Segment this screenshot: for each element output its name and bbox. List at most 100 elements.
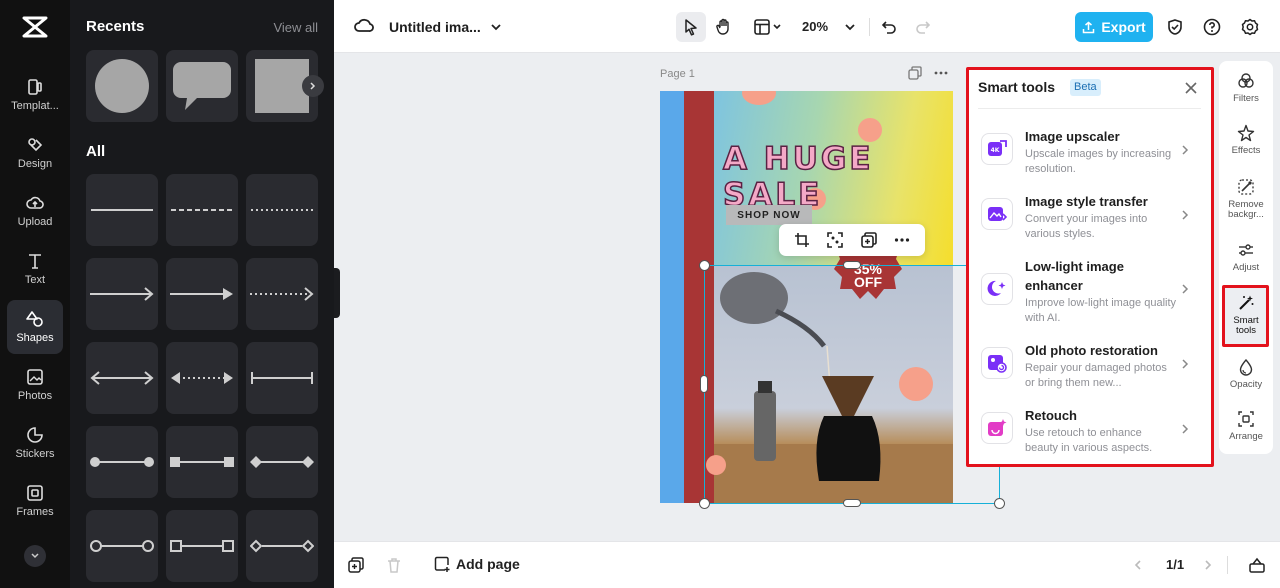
resize-handle-bottom-left[interactable]: [699, 498, 710, 509]
resize-handle-bottom-right[interactable]: [994, 498, 1005, 509]
layout-dropdown-button[interactable]: [748, 12, 788, 42]
line-dashed[interactable]: [166, 174, 238, 246]
shield-button[interactable]: [1160, 12, 1190, 42]
style-transfer-icon: [988, 207, 1007, 221]
layers-toggle-icon[interactable]: [1248, 556, 1266, 574]
line-dotted[interactable]: [246, 174, 318, 246]
rail-item-frames[interactable]: Frames: [7, 474, 63, 528]
close-button[interactable]: [1181, 78, 1201, 98]
rt-remove-background-button[interactable]: Remove backgr...: [1219, 178, 1273, 220]
effects-star-icon: [1237, 124, 1255, 142]
chevron-right-icon: [1182, 359, 1189, 369]
chevron-left-icon[interactable]: [1132, 559, 1144, 571]
rail-item-upload[interactable]: Upload: [7, 184, 63, 238]
arrange-icon: [1238, 411, 1254, 427]
tool-image-style-transfer[interactable]: Image style transfer Convert your images…: [981, 192, 1199, 244]
resize-handle-left[interactable]: [700, 375, 708, 393]
arrow-line[interactable]: [86, 258, 158, 330]
shop-now-label[interactable]: SHOP NOW: [726, 205, 812, 225]
export-label: Export: [1101, 19, 1146, 35]
diamond-ends-line-icon: [250, 456, 314, 468]
crop-icon[interactable]: [794, 232, 810, 248]
rt-filters-button[interactable]: Filters: [1219, 72, 1273, 104]
resize-handle-top[interactable]: [843, 261, 861, 269]
close-icon: [1185, 82, 1197, 94]
rail-item-shapes[interactable]: Shapes: [7, 300, 63, 354]
tool-retouch[interactable]: Retouch Use retouch to enhance beauty in…: [981, 406, 1199, 458]
bar-line[interactable]: [246, 342, 318, 414]
stickers-icon: [27, 427, 43, 443]
export-button[interactable]: Export: [1075, 12, 1153, 42]
line-solid[interactable]: [86, 174, 158, 246]
bottom-bar: Add page 1/1: [334, 541, 1280, 588]
chevron-down-icon[interactable]: [844, 21, 856, 33]
headline-text[interactable]: A HUGE SALE: [722, 140, 953, 214]
rail-item-templates[interactable]: Templat...: [7, 68, 63, 122]
rt-arrange-button[interactable]: Arrange: [1219, 410, 1273, 442]
arrow-dotted[interactable]: [246, 258, 318, 330]
select-tool-button[interactable]: [676, 12, 706, 42]
smart-crop-icon[interactable]: [827, 232, 844, 248]
line-open-square-ends[interactable]: [166, 510, 238, 582]
line-circle-ends[interactable]: [86, 510, 158, 582]
add-page-button[interactable]: Add page: [434, 556, 520, 572]
duplicate-page-icon[interactable]: [348, 557, 364, 573]
rt-effects-button[interactable]: Effects: [1219, 124, 1273, 156]
line-open-diamond-ends[interactable]: [246, 510, 318, 582]
more-options-icon[interactable]: [894, 232, 910, 248]
export-upload-icon: [1083, 21, 1095, 33]
resize-handle-top-left[interactable]: [699, 260, 710, 271]
redo-button[interactable]: [908, 12, 938, 42]
upscale-4k-icon: 4K: [988, 140, 1007, 156]
design-icon: [28, 138, 43, 152]
rail-item-text[interactable]: Text: [7, 242, 63, 296]
resize-handle-bottom[interactable]: [843, 499, 861, 507]
double-arrow[interactable]: [86, 342, 158, 414]
rt-adjust-button[interactable]: Adjust: [1219, 241, 1273, 273]
duplicate-icon[interactable]: [860, 232, 877, 248]
chevron-right-icon[interactable]: [1202, 559, 1214, 571]
rt-smart-tools-button[interactable]: Smart tools: [1219, 294, 1273, 336]
rail-item-design[interactable]: Design: [7, 126, 63, 180]
more-options-icon[interactable]: [934, 66, 948, 80]
help-button[interactable]: [1197, 12, 1227, 42]
tool-old-photo-restoration[interactable]: Old photo restoration Repair your damage…: [981, 341, 1199, 393]
tool-icon-box: [981, 412, 1013, 444]
undo-button[interactable]: [874, 12, 904, 42]
tool-name: Image upscaler: [1025, 129, 1120, 144]
tool-low-light-enhancer[interactable]: Low-light image enhancer Improve low-lig…: [981, 257, 1199, 325]
arrow-solid-head[interactable]: [166, 258, 238, 330]
arrow-solid-head-icon: [170, 288, 233, 300]
selection-box[interactable]: [704, 265, 1000, 504]
hand-tool-button[interactable]: [709, 12, 739, 42]
chevron-down-icon: [31, 553, 39, 559]
line-square-ends[interactable]: [166, 426, 238, 498]
duplicate-page-icon[interactable]: [908, 66, 922, 80]
dot-ends-line-icon: [90, 457, 154, 467]
view-all-link[interactable]: View all: [273, 20, 318, 35]
magic-wand-icon: [1239, 295, 1254, 310]
recent-shape-speech-bubble[interactable]: [166, 50, 238, 122]
recent-shape-circle[interactable]: [86, 50, 158, 122]
rail-item-photos[interactable]: Photos: [7, 358, 63, 412]
double-arrow-dotted[interactable]: [166, 342, 238, 414]
tool-description: Upscale images by increasing resolution.: [1025, 148, 1172, 175]
rail-item-stickers[interactable]: Stickers: [7, 416, 63, 470]
zoom-level[interactable]: 20%: [802, 19, 828, 34]
templates-icon: [28, 79, 42, 95]
rt-opacity-button[interactable]: Opacity: [1219, 358, 1273, 390]
rail-item-label: Templat...: [11, 100, 59, 112]
tool-image-upscaler[interactable]: 4K Image upscaler Upscale images by incr…: [981, 127, 1199, 179]
line-diamond-ends[interactable]: [246, 426, 318, 498]
cursor-icon: [685, 19, 697, 36]
rail-more-button[interactable]: [24, 545, 46, 567]
open-diamond-ends-line-icon: [250, 539, 314, 553]
line-dot-ends[interactable]: [86, 426, 158, 498]
chevron-down-icon[interactable]: [490, 21, 502, 33]
panel-collapse-handle[interactable]: [334, 268, 340, 318]
rt-label: Opacity: [1229, 379, 1263, 390]
trash-icon[interactable]: [386, 557, 402, 573]
document-title[interactable]: Untitled ima...: [389, 19, 481, 35]
settings-button[interactable]: [1235, 12, 1265, 42]
recents-next-button[interactable]: [302, 75, 324, 97]
